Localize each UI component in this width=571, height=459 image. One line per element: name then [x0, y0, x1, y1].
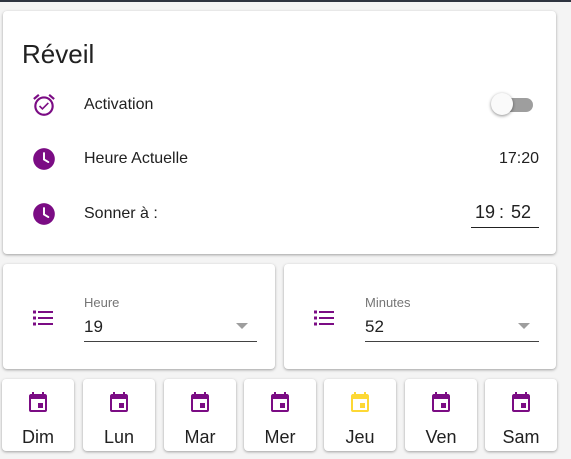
hour-select-card: Heure 19	[3, 264, 275, 369]
activation-label: Activation	[84, 96, 154, 113]
ring-hour: 19	[475, 202, 496, 222]
calendar-icon	[29, 392, 47, 412]
alarm-check-icon	[33, 94, 55, 116]
clock-icon	[33, 148, 55, 170]
day-label: Mar	[184, 427, 216, 447]
clock-icon	[33, 203, 55, 225]
day-label: Ven	[425, 427, 457, 447]
day-label: Dim	[22, 427, 54, 447]
list-icon	[33, 310, 53, 326]
calendar-icon	[191, 392, 209, 412]
minutes-select-label: Minutes	[365, 295, 411, 310]
day-button[interactable]: Lun	[83, 379, 155, 451]
current-time-label: Heure Actuelle	[84, 150, 189, 167]
top-border	[0, 0, 571, 2]
day-label: Mer	[264, 427, 296, 447]
calendar-icon	[271, 392, 289, 412]
ring-minute: 52	[511, 202, 532, 222]
minutes-select-card: Minutes 52	[284, 264, 556, 369]
day-button[interactable]: Ven	[405, 379, 477, 451]
ring-time-separator: :	[499, 202, 505, 222]
activation-toggle[interactable]	[491, 91, 535, 117]
minutes-select-value[interactable]: 52	[365, 317, 384, 337]
minutes-select-underline	[365, 341, 539, 342]
hour-select-value[interactable]: 19	[84, 317, 103, 337]
day-label: Lun	[103, 427, 135, 447]
ring-time-input[interactable]: 19 : 52	[471, 199, 539, 228]
chevron-down-icon[interactable]	[518, 323, 530, 329]
day-button[interactable]: Dim	[2, 379, 74, 451]
list-icon	[314, 310, 334, 326]
calendar-icon	[351, 392, 369, 412]
current-time-value: 17:20	[499, 150, 540, 167]
hour-select-label: Heure	[84, 295, 120, 310]
calendar-icon	[110, 392, 128, 412]
page-title: Réveil	[22, 39, 95, 69]
toggle-thumb	[491, 93, 513, 115]
day-button[interactable]: Mar	[164, 379, 236, 451]
calendar-icon	[432, 392, 450, 412]
ring-at-label: Sonner à :	[84, 205, 158, 222]
hour-select-underline	[84, 341, 257, 342]
day-button[interactable]: Jeu	[324, 379, 396, 451]
day-label: Jeu	[345, 427, 375, 447]
day-button[interactable]: Sam	[485, 379, 557, 451]
chevron-down-icon[interactable]	[236, 323, 248, 329]
day-label: Sam	[502, 427, 540, 447]
calendar-icon	[512, 392, 530, 412]
day-button[interactable]: Mer	[244, 379, 316, 451]
